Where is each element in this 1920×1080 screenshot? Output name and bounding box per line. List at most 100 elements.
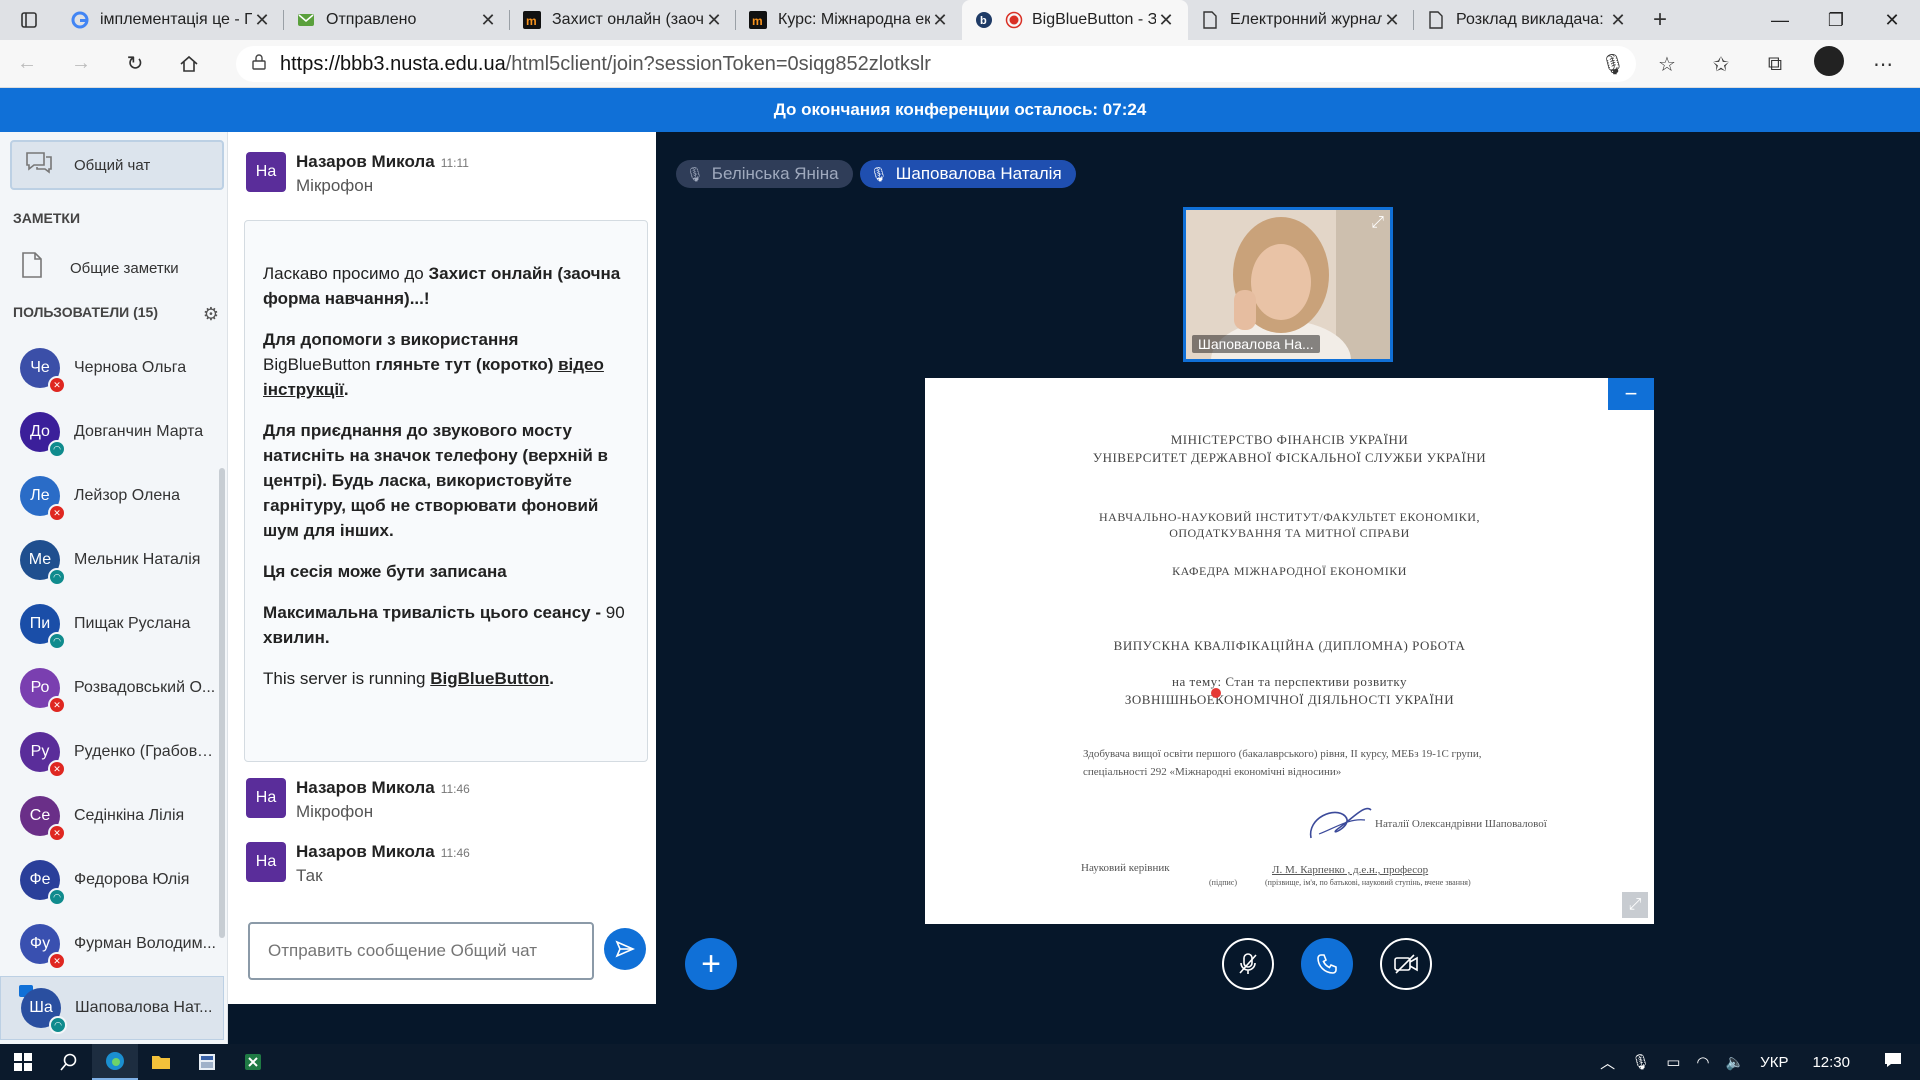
slide-text: Випускна кваліфікаційна (дипломна) робот… (1113, 638, 1466, 653)
minimize-presentation-button[interactable]: − (1608, 378, 1654, 410)
welcome-text: BigBlueButton (263, 355, 371, 374)
user-list-item[interactable]: Ру ✕ Руденко (Грабова... (0, 720, 224, 784)
browser-tab-moodle-defense[interactable]: m Захист онлайн (заочна форма) ✕ (510, 0, 736, 40)
slide-text: (прізвище, ім'я, по батькові, науковий с… (1265, 878, 1471, 887)
collections-icon[interactable]: ⧉ (1748, 53, 1802, 76)
notifications-icon[interactable] (1866, 1052, 1920, 1072)
bigbluebutton-link[interactable]: BigBlueButton (430, 669, 549, 688)
start-button[interactable] (0, 1044, 46, 1080)
mute-microphone-button[interactable] (1222, 938, 1274, 990)
message-text: Так (296, 866, 323, 885)
close-tab-icon[interactable]: ✕ (252, 10, 272, 31)
welcome-text: хвилин. (263, 628, 330, 647)
add-favorite-icon[interactable]: ☆ (1640, 52, 1694, 77)
browser-tab-bigbluebutton[interactable]: b BigBlueButton - Захист ✕ (962, 0, 1188, 40)
user-list-item[interactable]: Се ✕ Седінкіна Лілія (0, 784, 224, 848)
avatar-initials: Се (29, 807, 51, 824)
taskbar-edge[interactable] (92, 1044, 138, 1080)
slide-text: Наталії Олександрівни Шаповалової (1375, 818, 1547, 830)
favorites-icon[interactable]: ✩ (1694, 52, 1748, 77)
user-name: Фурман Володим... (74, 935, 216, 952)
leave-audio-button[interactable] (1301, 938, 1353, 990)
back-button[interactable]: ← (0, 40, 54, 88)
close-tab-icon[interactable]: ✕ (1382, 10, 1402, 31)
input-language[interactable]: УКР (1752, 1054, 1796, 1071)
microphone-tray-icon[interactable]: 🎙 (1623, 1053, 1658, 1071)
microphone-permission-icon[interactable]: 🎙 (1586, 52, 1640, 77)
user-list-item[interactable]: До ◠ Довганчин Марта (0, 400, 224, 464)
restore-window-button[interactable]: ❐ (1808, 0, 1864, 40)
send-message-button[interactable] (604, 928, 646, 970)
document-app-icon (199, 1054, 215, 1070)
message-author: Назаров Микола (296, 778, 435, 797)
taskbar-file-explorer[interactable] (138, 1044, 184, 1080)
browser-tab-schedule[interactable]: Розклад викладача: Карпенко ✕ (1414, 0, 1640, 40)
new-tab-button[interactable]: + (1640, 0, 1680, 40)
browser-tab-moodle-course[interactable]: m Курс: Міжнародна економіка ✕ (736, 0, 962, 40)
user-list-scrollbar[interactable] (219, 468, 225, 938)
user-list-item[interactable]: Фе ◠ Федорова Юлія (0, 848, 224, 912)
welcome-text: гляньте тут (коротко) (370, 355, 559, 374)
user-list-item[interactable]: Че ✕ Чернова Ольга (0, 336, 224, 400)
taskbar-document-app[interactable] (184, 1044, 230, 1080)
chat-icon (24, 149, 54, 182)
more-menu-icon[interactable]: ⋯ (1856, 52, 1910, 77)
slide-text: Навчально-науковий інститут/факультет ек… (1099, 510, 1480, 524)
close-tab-icon[interactable]: ✕ (478, 10, 498, 31)
user-options-gear-icon[interactable]: ⚙ (203, 304, 219, 325)
forward-button[interactable]: → (54, 40, 108, 88)
shared-notes-item[interactable]: Общие заметки (20, 248, 179, 288)
avatar: Ро ✕ (20, 668, 66, 714)
user-list-item[interactable]: Ро ✕ Розвадовський О... (0, 656, 224, 720)
public-chat-item[interactable]: Общий чат (10, 140, 224, 190)
home-button[interactable] (162, 40, 216, 88)
user-list-item[interactable]: Ме ◠ Мельник Наталія (0, 528, 224, 592)
refresh-button[interactable]: ↻ (108, 40, 162, 88)
close-tab-icon[interactable]: ✕ (704, 10, 724, 31)
search-icon (60, 1053, 77, 1071)
chevron-up-icon[interactable]: ︿ (1592, 1052, 1623, 1073)
user-list-item[interactable]: Фу ✕ Фурман Володим... (0, 912, 224, 976)
tab-actions-button[interactable] (0, 0, 58, 40)
fullscreen-icon[interactable]: ⤢ (1371, 214, 1384, 232)
listen-only-icon: ◠ (48, 568, 66, 586)
wifi-icon[interactable]: ◠ (1688, 1053, 1717, 1071)
close-tab-icon[interactable]: ✕ (1608, 10, 1628, 31)
close-window-button[interactable]: ✕ (1864, 0, 1920, 40)
presentation-slide[interactable]: Міністерство фінансів України Університе… (925, 378, 1654, 924)
user-list-item[interactable]: Ле ✕ Лейзор Олена (0, 464, 224, 528)
user-list-item[interactable]: Пи ◠ Пищак Руслана (0, 592, 224, 656)
avatar-initials: Ле (30, 487, 50, 504)
chat-message: На Назаров Микола 11:46 Так (246, 842, 470, 886)
browser-tab-search[interactable]: імплементація це - Пошук ✕ (58, 0, 284, 40)
talking-indicator[interactable]: 🎙 Шаповалова Наталія (860, 160, 1076, 188)
actions-button[interactable]: + (685, 938, 737, 990)
talking-indicator[interactable]: 🎙 Белінська Яніна (676, 160, 853, 188)
notes-section-title: ЗАМЕТКИ (13, 210, 81, 226)
message-time: 11:46 (440, 782, 470, 796)
profile-avatar[interactable] (1802, 46, 1856, 82)
avatar: На (246, 152, 286, 192)
address-bar[interactable]: https://bbb3.nusta.edu.ua/html5client/jo… (236, 46, 1636, 82)
chat-message: На Назаров Микола 11:11 Мікрофон (246, 152, 469, 196)
svg-text:m: m (752, 14, 763, 28)
share-webcam-button[interactable] (1380, 938, 1432, 990)
webcam-off-icon (1394, 954, 1418, 974)
search-button[interactable] (46, 1044, 92, 1080)
excel-icon (245, 1054, 261, 1070)
close-tab-icon[interactable]: ✕ (1156, 10, 1176, 31)
browser-tab-mail[interactable]: Отправлено ✕ (284, 0, 510, 40)
taskbar-excel[interactable] (230, 1044, 276, 1080)
browser-tab-journal[interactable]: Електронний журнал ✕ (1188, 0, 1414, 40)
user-list-item[interactable]: Ша ◠ Шаповалова Нат... (0, 976, 224, 1040)
bbb-icon: b (974, 10, 994, 30)
clock[interactable]: 12:30 (1796, 1054, 1866, 1071)
battery-icon[interactable]: ▭ (1658, 1053, 1688, 1071)
minimize-window-button[interactable]: — (1752, 0, 1808, 40)
close-tab-icon[interactable]: ✕ (930, 10, 950, 31)
chat-message-input[interactable] (248, 922, 594, 980)
fullscreen-presentation-button[interactable]: ⤢ (1622, 892, 1648, 918)
muted-microphone-icon (1239, 953, 1257, 974)
webcam-video[interactable]: ⤢ Шаповалова На... (1183, 207, 1393, 362)
volume-icon[interactable]: 🔈 (1717, 1053, 1752, 1071)
